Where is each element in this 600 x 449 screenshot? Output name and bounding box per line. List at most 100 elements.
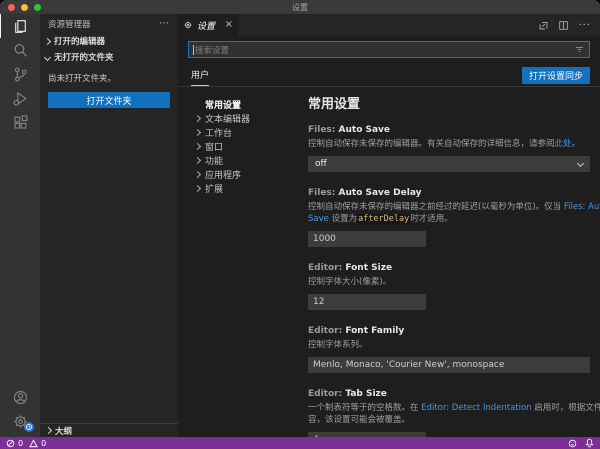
explorer-sidebar: 资源管理器 ⋯ 打开的编辑器 无打开的文件夹 尚未打开文件夹。 打开文件夹 大纲 [40, 14, 178, 437]
zoom-window-button[interactable] [34, 4, 41, 11]
setting-title: Editor: Tab Size [308, 389, 590, 399]
setting-description-link[interactable]: Save [308, 214, 329, 224]
setting-row: Editor: Font Size 控制字体大小(像素)。 [308, 263, 590, 310]
toc-item[interactable]: 工作台 [178, 125, 300, 139]
setting-description: 控制自动保存未保存的编辑器之前经过的延迟(以毫秒为单位)。仅当 Files: A… [308, 201, 590, 225]
files-icon [12, 18, 29, 35]
setting-title: Editor: Font Family [308, 326, 590, 336]
toc-item[interactable]: 扩展 [178, 181, 300, 195]
window-title: 设置 [292, 2, 308, 13]
setting-input[interactable] [308, 357, 590, 373]
explorer-tab-button[interactable] [0, 14, 40, 38]
manage-button[interactable] [0, 409, 40, 433]
setting-title: Files: Auto Save Delay [308, 188, 590, 198]
setting-description: 控制自动保存未保存的编辑器。有关自动保存的详细信息，请参阅此处。 [308, 138, 590, 150]
tab-label: 设置 [197, 19, 215, 32]
chevron-down-icon [577, 159, 584, 166]
settings-group-heading: 常用设置 [308, 93, 590, 112]
chevron-right-icon [44, 37, 51, 44]
toc-item[interactable]: 应用程序 [178, 167, 300, 181]
chevron-right-icon [194, 156, 201, 163]
text-cursor [193, 45, 194, 55]
setting-description-link[interactable]: Files: Auto [564, 202, 600, 212]
settings-sync-badge-icon [24, 422, 34, 432]
setting-row: Files: Auto Save 控制自动保存未保存的编辑器。有关自动保存的详细信… [308, 125, 590, 172]
setting-input[interactable] [308, 432, 426, 437]
account-icon [12, 389, 29, 406]
open-editors-section[interactable]: 打开的编辑器 [40, 33, 178, 49]
user-scope-tab[interactable]: 用户 [191, 68, 209, 86]
setting-input[interactable] [308, 294, 426, 310]
error-icon [6, 439, 15, 448]
run-debug-icon [12, 90, 29, 107]
toc-item[interactable]: 窗口 [178, 139, 300, 153]
open-folder-button[interactable]: 打开文件夹 [48, 92, 170, 108]
chevron-right-icon [45, 427, 52, 434]
setting-row: Editor: Tab Size 一个制表符等于的空格数。在 Editor: De… [308, 389, 590, 437]
more-actions-icon[interactable]: ··· [578, 20, 591, 31]
setting-description: 控制字体大小(像素)。 [308, 276, 590, 288]
close-tab-icon[interactable]: × [225, 20, 233, 30]
activity-bar [0, 14, 40, 437]
outline-section[interactable]: 大纲 [40, 423, 178, 437]
extensions-icon [12, 114, 29, 131]
chevron-right-icon [194, 128, 201, 135]
settings-search-placeholder: 搜索设置 [195, 44, 574, 56]
bell-icon[interactable] [585, 438, 594, 448]
title-bar: 设置 [0, 0, 600, 14]
setting-description: 控制字体系列。 [308, 339, 590, 351]
toc-item[interactable]: 文本编辑器 [178, 111, 300, 125]
error-count: 0 [18, 439, 23, 448]
accounts-button[interactable] [0, 385, 40, 409]
search-icon [12, 42, 29, 59]
open-settings-json-icon[interactable] [538, 20, 549, 31]
setting-description-link[interactable]: 此处 [555, 139, 572, 149]
editor-area: 设置 × ··· [178, 14, 600, 437]
chevron-right-icon [194, 142, 201, 149]
settings-list-rows: Files: Auto Save 控制自动保存未保存的编辑器。有关自动保存的详细信… [308, 125, 590, 437]
setting-row: Editor: Font Family 控制字体系列。 [308, 326, 590, 373]
source-control-tab-button[interactable] [0, 62, 40, 86]
chevron-down-icon [44, 53, 51, 60]
extensions-tab-button[interactable] [0, 110, 40, 134]
sidebar-title: 资源管理器 [48, 18, 91, 30]
minimize-window-button[interactable] [21, 4, 28, 11]
setting-title: Files: Auto Save [308, 125, 590, 135]
setting-row: Files: Auto Save Delay 控制自动保存未保存的编辑器之前经过的… [308, 188, 590, 247]
filter-icon[interactable] [574, 44, 585, 55]
more-actions-icon[interactable]: ⋯ [159, 18, 170, 29]
settings-gear-tab-icon [183, 20, 193, 30]
problems-status-item[interactable]: 0 0 [6, 439, 46, 448]
feedback-smiley-icon[interactable] [568, 439, 577, 448]
settings-tab[interactable]: 设置 × [178, 14, 238, 36]
settings-search-box[interactable]: 搜索设置 [188, 41, 590, 58]
toc-item[interactable]: 常用设置 [178, 97, 300, 111]
setting-input[interactable] [308, 231, 426, 247]
setting-title: Editor: Font Size [308, 263, 590, 273]
chevron-right-icon [194, 114, 201, 121]
traffic-lights [8, 4, 41, 11]
warning-icon [29, 439, 38, 448]
empty-folder-message: 尚未打开文件夹。 [40, 65, 178, 87]
settings-toc: 常用设置文本编辑器工作台窗口功能应用程序扩展 [178, 87, 300, 437]
setting-description-link[interactable]: Editor: Detect Indentation [421, 403, 531, 413]
no-folder-section[interactable]: 无打开的文件夹 [40, 49, 178, 65]
settings-scope-bar: 用户 打开设置同步 [178, 58, 600, 87]
search-tab-button[interactable] [0, 38, 40, 62]
source-control-icon [12, 66, 29, 83]
warning-count: 0 [41, 439, 46, 448]
close-window-button[interactable] [8, 4, 15, 11]
chevron-right-icon [194, 184, 201, 191]
tab-strip: 设置 × ··· [178, 14, 600, 36]
turn-on-settings-sync-button[interactable]: 打开设置同步 [522, 67, 590, 84]
vscode-window: 设置 [0, 0, 600, 449]
setting-dropdown[interactable]: off [308, 156, 590, 172]
run-debug-tab-button[interactable] [0, 86, 40, 110]
setting-description: 一个制表符等于的空格数。在 Editor: Detect Indentation… [308, 402, 590, 426]
split-editor-icon[interactable] [558, 20, 569, 31]
settings-list: 常用设置 Files: Auto Save 控制自动保存未保存的编辑器。有关自动保… [300, 87, 600, 437]
code-span: afterDelay [357, 214, 410, 224]
chevron-right-icon [194, 170, 201, 177]
status-bar: 0 0 [0, 437, 600, 449]
toc-item[interactable]: 功能 [178, 153, 300, 167]
